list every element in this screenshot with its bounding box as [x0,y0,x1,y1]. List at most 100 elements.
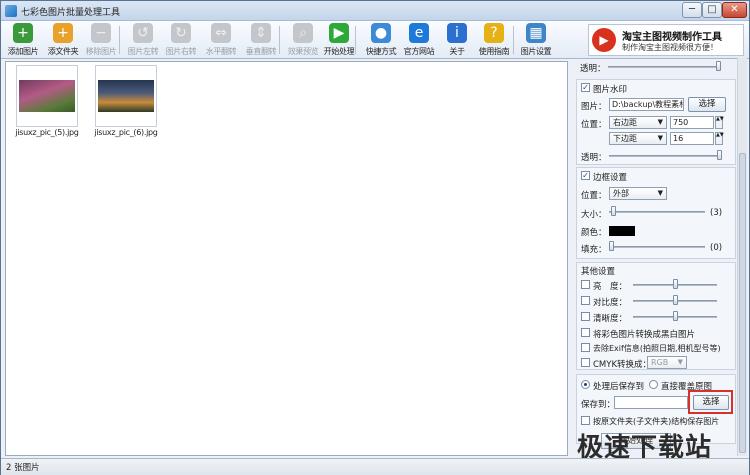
close-button[interactable]: ✕ [722,2,747,18]
watermark-opacity-knob[interactable] [717,150,722,160]
toolbar-button-flip-vertical[interactable]: ⇕ 垂直翻转 [241,23,281,57]
file-name: jisuxz_pic_(5).jpg [15,128,79,137]
settings-scrollbar[interactable] [737,58,747,456]
website-icon: e [409,23,429,43]
horizontal-align-select[interactable]: 右边距 ▼ [609,116,667,129]
toolbar-button-flip-horizontal[interactable]: ⇔ 水平翻转 [201,23,241,57]
contrast-knob[interactable] [673,295,678,305]
border-checkbox[interactable]: ✓ [581,171,590,180]
toolbar-button-label: 垂直翻转 [245,47,277,56]
toolbar-button-image-settings[interactable]: ▦ 图片设置 [516,23,556,57]
watermark-image-path[interactable]: D:\backup\教程素材 [609,98,684,111]
contrast-label: 对比度： [593,298,628,308]
toolbar-button-add-image[interactable]: + 添加图片 [3,23,43,57]
border-fill-slider[interactable] [609,246,705,248]
contrast-checkbox[interactable] [581,296,590,305]
toolbar-separator [279,26,280,54]
brightness-knob[interactable] [673,279,678,289]
opacity-slider-knob[interactable] [716,61,721,71]
brightness-checkbox[interactable] [581,280,590,289]
border-fill-knob[interactable] [609,241,614,251]
horizontal-margin-spinner[interactable]: ▲▼ [715,116,724,129]
toolbar-separator [119,26,120,54]
toolbar-button-label: 关于 [449,47,465,56]
watermark-title: 图片水印 [593,85,628,95]
border-fill-label: 填充： [581,245,607,255]
chevron-down-icon: ▼ [657,118,663,126]
remove-exif-label: 去除Exif信息(拍照日期,相机型号等) [593,344,721,353]
window-title: 七彩色图片批量处理工具 [21,8,121,18]
toolbar-button-label: 水平翻转 [205,47,237,56]
thumbnail-image [19,80,75,112]
border-fill-value: (0) [710,243,723,253]
toolbar-button-website[interactable]: e 官方网站 [399,23,439,57]
sharpness-knob[interactable] [673,311,678,321]
border-size-slider[interactable] [609,211,705,213]
scrollbar-thumb[interactable] [739,153,746,453]
border-color-swatch[interactable] [609,226,635,236]
border-size-knob[interactable] [611,206,616,216]
border-position-select[interactable]: 外部 ▼ [609,187,667,200]
flip-vertical-icon: ⇕ [251,23,271,43]
promo-banner[interactable]: ▶ 淘宝主图视频制作工具 制作淘宝主图视频很方便！ [588,24,744,56]
toolbar-button-remove-image[interactable]: − 移除图片 [81,23,121,57]
promo-subtitle: 制作淘宝主图视频很方便！ [622,43,718,52]
save-path-input[interactable] [614,396,688,409]
toolbar-button-rotate-right[interactable]: ↻ 图片右转 [161,23,201,57]
opacity-label: 透明： [580,64,606,74]
shortcut-icon: ● [371,23,391,43]
maximize-button[interactable]: □ [702,2,722,18]
remove-exif-checkbox[interactable] [581,343,590,352]
other-settings-title: 其他设置 [581,267,616,277]
toolbar-button-label: 添加图片 [7,47,39,56]
promo-title: 淘宝主图视频制作工具 [622,32,722,43]
thumbnail-item[interactable] [16,65,78,127]
toolbar-button-shortcut[interactable]: ● 快捷方式 [361,23,401,57]
to-bw-label: 将彩色图片转换成黑白图片 [593,330,696,340]
flip-horizontal-icon: ⇔ [211,23,231,43]
toolbar-button-label: 图片设置 [520,47,552,56]
status-bar: 2 张图片 [1,458,749,475]
file-list-pane[interactable]: jisuxz_pic_(5).jpg jisuxz_pic_(6).jpg [5,61,568,456]
thumbnail-image [98,80,154,112]
cmyk-checkbox[interactable] [581,358,590,367]
toolbar-button-add-folder[interactable]: + 添文件夹 [43,23,83,57]
remove-image-icon: − [91,23,111,43]
toolbar-button-start[interactable]: ▶ 开始处理 [319,23,359,57]
vertical-margin-input[interactable]: 16 [670,132,714,145]
horizontal-margin-input[interactable]: 750 [670,116,714,129]
border-color-label: 颜色： [581,228,607,238]
toolbar-button-label: 图片右转 [165,47,197,56]
toolbar-button-label: 使用指南 [478,47,510,56]
opacity-slider[interactable] [608,66,720,68]
other-settings-section: 其他设置 亮 度： 对比度： 清晰度： 将彩色图片转换成黑白图片 去除Exif信… [576,262,736,370]
border-title: 边框设置 [593,173,628,183]
toolbar-button-rotate-left[interactable]: ↺ 图片左转 [123,23,163,57]
border-section: ✓ 边框设置 位置： 外部 ▼ 大小： (3) 颜色： 填充： (0) [576,167,736,259]
toolbar-button-label: 添文件夹 [47,47,79,56]
vertical-align-select[interactable]: 下边距 ▼ [609,132,667,145]
watermark-opacity-slider[interactable] [609,155,721,157]
vertical-margin-spinner[interactable]: ▲▼ [715,132,724,145]
watermark-checkbox[interactable]: ✓ [581,83,590,92]
to-bw-checkbox[interactable] [581,328,590,337]
keep-structure-checkbox[interactable] [581,416,590,425]
sharpness-checkbox[interactable] [581,312,590,321]
image-settings-icon: ▦ [526,23,546,43]
cmyk-target-select[interactable]: RGB ▼ [647,356,687,369]
toolbar-button-preview[interactable]: ⌕ 效果预览 [283,23,323,57]
chevron-down-icon: ▼ [657,134,663,142]
watermark-opacity-label: 透明： [581,153,607,163]
toolbar-button-guide[interactable]: ? 使用指南 [474,23,514,57]
save-to-folder-label: 处理后保存到 [593,382,645,392]
watermark-select-button[interactable]: 选择 [688,97,726,112]
about-icon: i [447,23,467,43]
overwrite-radio[interactable] [649,380,658,389]
minimize-button[interactable]: ─ [682,2,702,18]
save-to-label: 保存到： [581,400,616,410]
watermark-image-label: 图片： [581,102,607,112]
border-size-value: (3) [710,208,723,218]
thumbnail-item[interactable] [95,65,157,127]
save-to-folder-radio[interactable] [581,380,590,389]
toolbar-button-about[interactable]: i 关于 [437,23,477,57]
